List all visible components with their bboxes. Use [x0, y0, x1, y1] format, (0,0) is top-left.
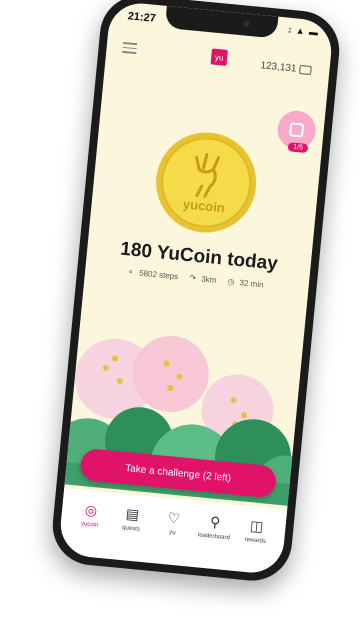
yucoin-icon: ◎: [84, 500, 98, 519]
quest-progress-count: 1/5: [287, 142, 309, 154]
tab-leaderboard[interactable]: ⚲ leaderboard: [194, 511, 236, 542]
scroll-icon: ▤: [125, 504, 140, 523]
time-stat: ◷ 32 min: [227, 277, 264, 290]
camera: [243, 20, 250, 27]
tab-label: leaderboard: [197, 532, 231, 542]
time-value: 32 min: [239, 278, 264, 290]
tab-yu[interactable]: ♡ yu: [152, 507, 194, 538]
trophy-icon: ⚲: [209, 512, 222, 530]
tab-rewards[interactable]: ◫ rewards: [235, 515, 277, 546]
status-icons: ⦂ ▲ ▬: [288, 24, 320, 38]
distance-stat: ↷ 3km: [188, 273, 217, 285]
coin-balance[interactable]: 123,131: [260, 60, 312, 76]
app-screen: 21:27 ⦂ ▲ ▬ yu 123,131 1/5 yucoin 180 Yu…: [57, 0, 335, 576]
wallet-icon: [298, 64, 312, 76]
tab-label: quests: [121, 525, 141, 533]
steps-value: 5802 steps: [138, 268, 179, 282]
balance-value: 123,131: [259, 60, 297, 75]
notch: [164, 5, 279, 39]
hamburger-icon[interactable]: [122, 41, 138, 57]
yucoin-coin: yucoin: [156, 132, 257, 233]
tab-yucoin[interactable]: ◎ yucoin: [69, 499, 111, 530]
status-time: 21:27: [127, 10, 157, 25]
heart-icon: ♡: [166, 508, 181, 527]
steps-stat: ⚬ 5802 steps: [126, 267, 179, 282]
tab-label: rewards: [244, 536, 267, 545]
tab-quests[interactable]: ▤ quests: [111, 503, 153, 534]
calendar-icon: [288, 122, 305, 138]
app-logo: yu: [210, 48, 228, 66]
tab-label: yucoin: [80, 521, 99, 529]
gift-icon: ◫: [249, 516, 265, 535]
distance-value: 3km: [200, 274, 217, 285]
tab-label: yu: [168, 529, 176, 537]
phone-frame: 21:27 ⦂ ▲ ▬ yu 123,131 1/5 yucoin 180 Yu…: [49, 0, 343, 585]
